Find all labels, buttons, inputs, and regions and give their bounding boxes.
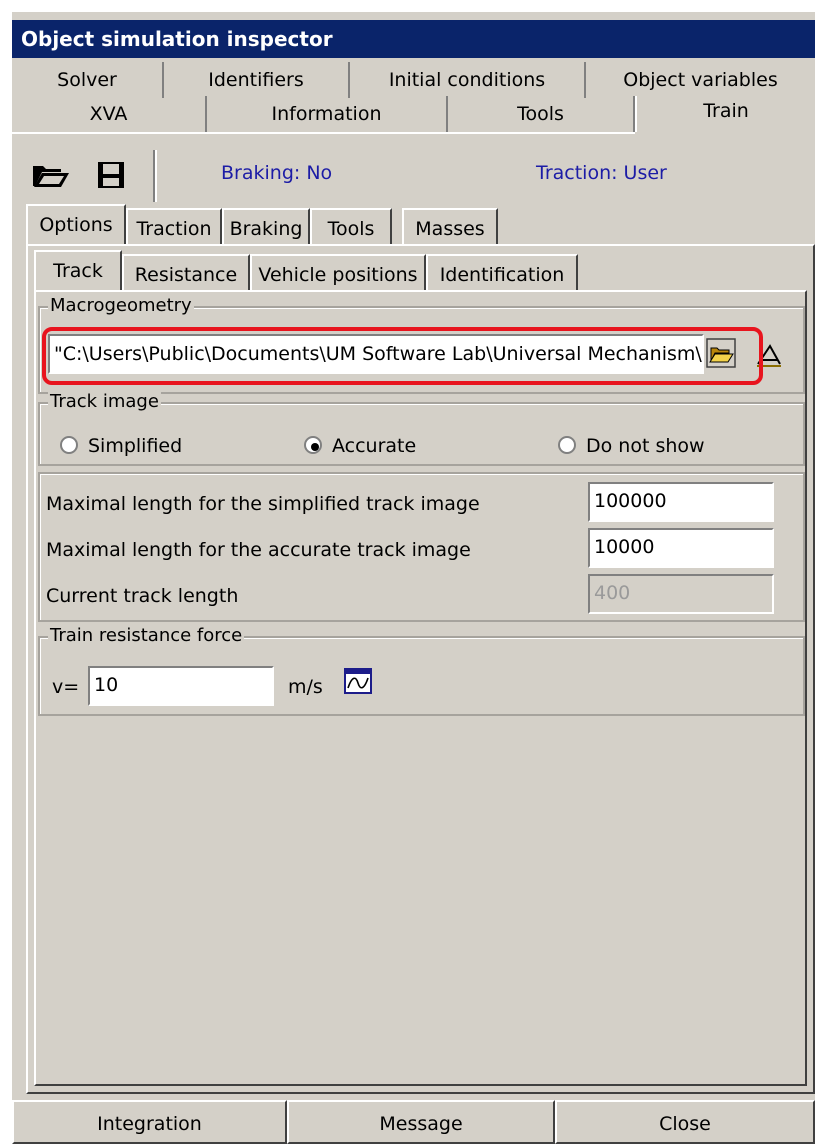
tab-resistance[interactable]: Resistance: [122, 254, 250, 292]
radio-do-not-show-label: Do not show: [586, 435, 705, 457]
traction-status: Traction: User: [536, 162, 667, 184]
tab-track[interactable]: Track: [34, 250, 122, 292]
radio-accurate-label: Accurate: [332, 435, 417, 457]
tab-identification[interactable]: Identification: [426, 254, 578, 292]
tab-object-variables[interactable]: Object variables: [586, 62, 815, 98]
inspector-window: Object simulation inspector Solver Ident…: [12, 12, 815, 1144]
tab-identifiers[interactable]: Identifiers: [164, 62, 350, 98]
radio-circle: [304, 436, 322, 454]
floppy-disk-icon[interactable]: [92, 158, 132, 192]
tab-divider: [12, 132, 635, 134]
current-length-field: 400: [588, 574, 774, 614]
message-button[interactable]: Message: [287, 1100, 555, 1144]
radio-circle: [60, 436, 78, 454]
bottom-button-bar: Integration Message Close: [12, 1100, 815, 1144]
graph-icon[interactable]: [344, 668, 372, 694]
velocity-field[interactable]: 10: [88, 666, 274, 706]
tab-vehicle-positions[interactable]: Vehicle positions: [250, 254, 426, 292]
tab-initial-conditions[interactable]: Initial conditions: [350, 62, 586, 98]
tab-tools[interactable]: Tools: [448, 96, 635, 132]
tab-information[interactable]: Information: [207, 96, 448, 132]
braking-status: Braking: No: [221, 162, 333, 184]
tab-masses[interactable]: Masses: [402, 208, 498, 246]
radio-dot: [311, 443, 319, 451]
tab-options[interactable]: Options: [26, 204, 126, 246]
top-tabs-row-2: XVA Information Tools Train: [12, 96, 815, 132]
window-title: Object simulation inspector: [12, 20, 815, 58]
macrogeometry-title: Macrogeometry: [48, 295, 194, 317]
close-button[interactable]: Close: [555, 1100, 815, 1144]
tab-braking[interactable]: Braking: [222, 208, 310, 246]
accurate-length-field[interactable]: 10000: [588, 528, 774, 568]
velocity-label: v=: [52, 676, 80, 698]
simplified-length-label: Maximal length for the simplified track …: [46, 493, 480, 515]
tab-traction[interactable]: Traction: [126, 208, 222, 246]
tab-xva[interactable]: XVA: [12, 96, 207, 132]
radio-simplified-label: Simplified: [88, 435, 183, 457]
simplified-length-field[interactable]: 100000: [588, 482, 774, 522]
macrogeometry-highlight: [42, 327, 763, 385]
radio-circle: [558, 436, 576, 454]
velocity-unit: m/s: [288, 676, 323, 698]
top-tabs-row-1: Solver Identifiers Initial conditions Ob…: [12, 62, 815, 98]
tab-solver[interactable]: Solver: [12, 62, 164, 98]
folder-open-icon[interactable]: [30, 158, 70, 192]
tab-sub-tools[interactable]: Tools: [310, 208, 392, 246]
accurate-length-label: Maximal length for the accurate track im…: [46, 539, 471, 561]
tab-train[interactable]: Train: [635, 96, 815, 132]
current-length-label: Current track length: [46, 585, 239, 607]
resistance-title: Train resistance force: [48, 625, 245, 647]
integration-button[interactable]: Integration: [12, 1100, 287, 1144]
toolbar-separator: [153, 150, 157, 202]
track-image-title: Track image: [48, 391, 161, 413]
